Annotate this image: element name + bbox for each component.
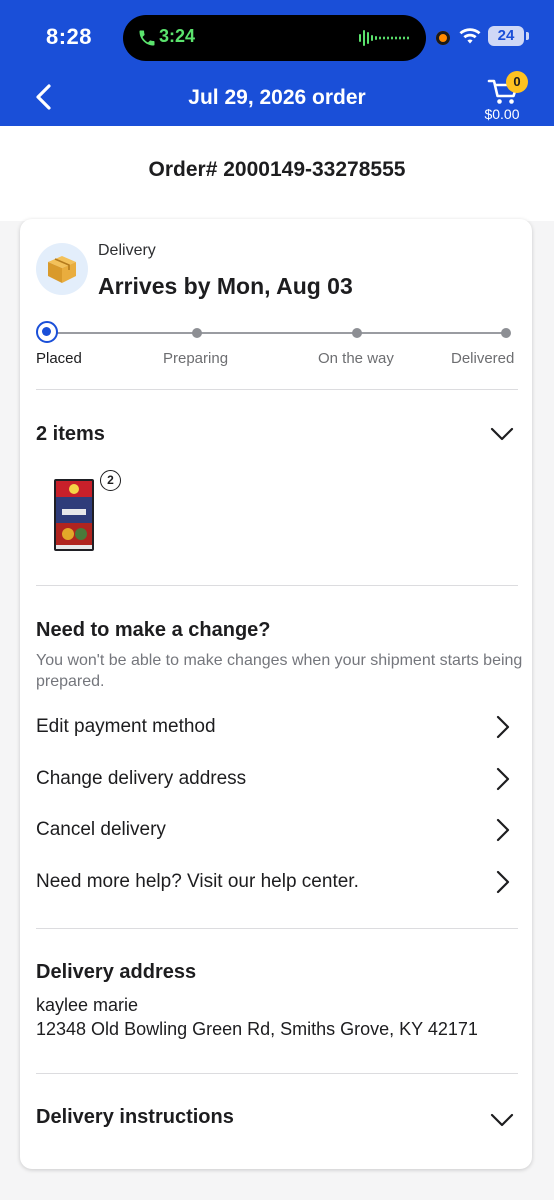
progress-step-preparing-marker [192,328,202,338]
change-section-heading: Need to make a change? [36,619,271,641]
call-duration: 3:24 [159,26,196,46]
items-count-heading[interactable]: 2 items [36,423,105,446]
change-delivery-address-link[interactable]: Change delivery address [36,762,518,796]
progress-step-label: Delivered [451,350,515,367]
battery-tip-icon [526,32,529,40]
progress-step-label: Placed [36,350,82,367]
street-address: 12348 Old Bowling Green Rd, Smiths Grove… [36,1019,478,1039]
change-section-note: You won't be able to make changes when y… [36,652,523,690]
edit-payment-method-link[interactable]: Edit payment method [36,710,518,744]
action-label: Need more help? Visit our help center. [36,871,359,892]
recording-indicator-icon [436,31,450,45]
quantity-badge: 2 [100,470,121,491]
audio-waveform-icon [359,30,409,46]
top-app-bar: 8:28 3:24 24 Jul 29, 2026 order 0 $0.00 [0,0,554,126]
delivery-type-label: Delivery [98,242,156,259]
order-number: Order# 2000149-33278555 [148,158,406,181]
arrival-estimate: Arrives by Mon, Aug 03 [98,273,353,299]
page-title: Jul 29, 2026 order [188,86,366,109]
wifi-icon [459,28,481,44]
progress-step-delivered-marker [501,328,511,338]
product-thumbnail[interactable] [48,477,100,553]
package-avatar [36,243,88,295]
expand-items-chevron-down-icon[interactable] [490,426,514,442]
help-center-link[interactable]: Need more help? Visit our help center. [36,865,518,899]
order-details-card: Delivery Arrives by Mon, Aug 03 Placed P… [20,219,532,1169]
chevron-right-icon [496,870,510,894]
action-label: Cancel delivery [36,819,166,840]
divider [36,1073,518,1074]
cart-total: $0.00 [484,106,520,122]
package-box-icon [48,256,76,283]
chevron-right-icon [496,767,510,791]
progress-step-on-the-way-marker [352,328,362,338]
call-activity-pill[interactable]: 3:24 [123,15,426,61]
divider [36,585,518,586]
delivery-instructions-heading[interactable]: Delivery instructions [36,1106,234,1129]
status-time: 8:28 [46,24,93,49]
action-label: Change delivery address [36,768,247,789]
battery-level: 24 [488,26,524,46]
phone-icon [139,30,155,46]
divider [36,928,518,929]
cancel-delivery-link[interactable]: Cancel delivery [36,813,518,847]
delivery-address-heading: Delivery address [36,961,197,983]
action-label: Edit payment method [36,716,216,737]
cart-count-badge: 0 [506,71,528,93]
divider [36,389,518,390]
chevron-right-icon [496,818,510,842]
progress-step-label: Preparing [163,350,229,367]
chevron-right-icon [496,715,510,739]
progress-step-placed-marker [36,321,58,343]
progress-track [47,332,507,334]
recipient-name: kaylee marie [36,995,139,1015]
expand-instructions-chevron-down-icon[interactable] [490,1112,514,1128]
progress-step-label: On the way [318,350,394,367]
